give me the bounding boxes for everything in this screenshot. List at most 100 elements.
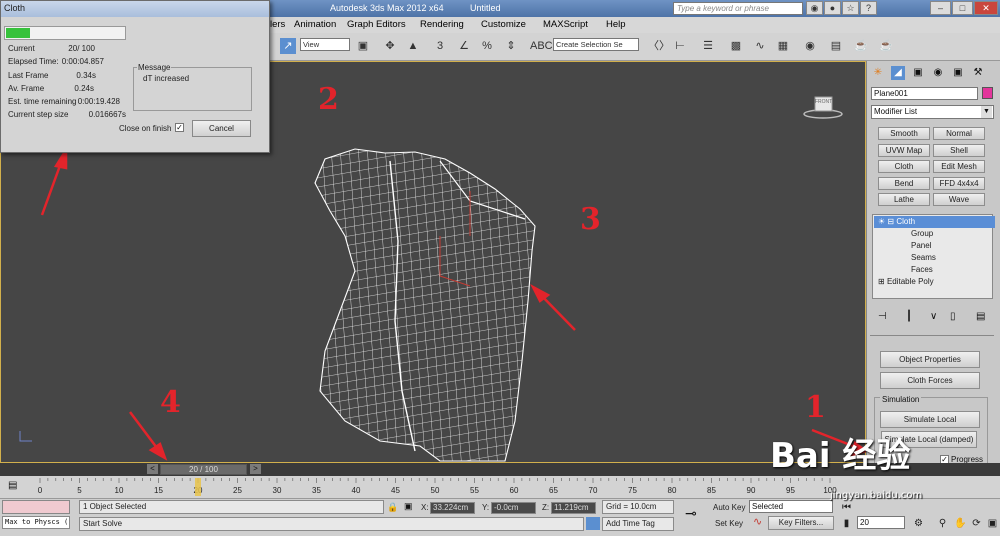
maximize-viewport-icon[interactable]: ▣ bbox=[986, 517, 999, 530]
stack-item-faces[interactable]: Faces bbox=[874, 264, 1000, 276]
absolute-mode-icon[interactable]: ▣ bbox=[404, 501, 413, 512]
pan-icon[interactable]: ✋ bbox=[954, 517, 967, 530]
ruler-tick-label: 55 bbox=[470, 486, 479, 495]
label-current: Current bbox=[8, 44, 35, 53]
object-color-swatch[interactable] bbox=[982, 87, 993, 99]
modifier-smooth-button[interactable]: Smooth bbox=[878, 127, 930, 140]
baidu-watermark: Bai 经验 bbox=[770, 436, 911, 476]
utilities-tab-icon[interactable]: ⚒ bbox=[971, 66, 985, 80]
ruler-tick-label: 50 bbox=[431, 486, 440, 495]
modifier-normal-button[interactable]: Normal bbox=[933, 127, 985, 140]
value-est-time-remaining: 0:00:19.428 bbox=[77, 97, 120, 106]
prompt-line: Start Solve bbox=[79, 517, 584, 531]
modifier-edit-mesh-button[interactable]: Edit Mesh bbox=[933, 160, 985, 173]
key-curve-icon: ∿ bbox=[753, 516, 763, 528]
modifier-wave-button[interactable]: Wave bbox=[933, 193, 985, 206]
label-last-frame: Last Frame bbox=[8, 71, 49, 80]
label-elapsed-time: Elapsed Time: bbox=[8, 57, 59, 66]
motion-tab-icon[interactable]: ◉ bbox=[931, 66, 945, 80]
message-title: Message bbox=[137, 63, 172, 72]
progress-fill bbox=[6, 28, 30, 38]
time-tag-icon[interactable] bbox=[586, 517, 600, 530]
go-to-start-icon[interactable]: ⏮ bbox=[840, 501, 853, 514]
time-config-icon[interactable]: ▮ bbox=[840, 517, 853, 530]
auto-key-button[interactable]: Auto Key bbox=[713, 503, 745, 512]
stack-item-editable-poly[interactable]: ⊞ Editable Poly bbox=[874, 276, 995, 288]
simulation-progress-bar bbox=[4, 26, 126, 40]
show-end-result-icon[interactable]: ┃ bbox=[906, 311, 912, 322]
rollout-divider bbox=[870, 335, 994, 336]
stack-item-group[interactable]: Group bbox=[874, 228, 1000, 240]
hierarchy-tab-icon[interactable]: ▣ bbox=[911, 66, 925, 80]
cloth-forces-button[interactable]: Cloth Forces bbox=[880, 372, 980, 389]
create-tab-icon[interactable]: ✳ bbox=[871, 66, 885, 80]
value-current-step-size: 0.016667s bbox=[88, 110, 126, 119]
set-key-button[interactable]: Set Key bbox=[715, 519, 743, 528]
modifier-bend-button[interactable]: Bend bbox=[878, 177, 930, 190]
stack-item-seams[interactable]: Seams bbox=[874, 252, 1000, 264]
ruler-tick-label: 5 bbox=[77, 486, 82, 495]
ruler-tick-label: 0 bbox=[38, 486, 43, 495]
modifier-list-label: Modifier List bbox=[874, 107, 918, 116]
ruler-tick-label: 85 bbox=[707, 486, 716, 495]
simulate-local-button[interactable]: Simulate Local bbox=[880, 411, 980, 428]
lock-icon[interactable]: 🔒 bbox=[387, 502, 398, 513]
z-coordinate-field[interactable]: 11.219cm bbox=[551, 502, 596, 514]
key-mode-select[interactable]: Selected bbox=[749, 500, 833, 513]
y-coordinate-field[interactable]: -0.0cm bbox=[491, 502, 536, 514]
time-configuration-icon[interactable]: ⚙ bbox=[912, 517, 925, 530]
chevron-down-icon: ▼ bbox=[981, 106, 992, 118]
label-est-time-remaining: Est. time remaining bbox=[8, 97, 77, 106]
x-coordinate-field[interactable]: 33.224cm bbox=[430, 502, 475, 514]
annotation-number-3: 3 bbox=[580, 202, 601, 237]
ruler-tick-label: 35 bbox=[312, 486, 321, 495]
modifier-uvw-map-button[interactable]: UVW Map bbox=[878, 144, 930, 157]
modifier-list-dropdown[interactable]: Modifier List ▼ bbox=[871, 105, 994, 119]
add-time-tag[interactable]: Add Time Tag bbox=[602, 517, 674, 531]
current-frame-field[interactable]: 20 bbox=[857, 516, 905, 529]
modifier-ffd-button[interactable]: FFD 4x4x4 bbox=[933, 177, 985, 190]
cancel-button[interactable]: Cancel bbox=[192, 120, 251, 137]
mini-curve-editor-icon[interactable]: ▤ bbox=[8, 480, 17, 491]
object-properties-button[interactable]: Object Properties bbox=[880, 351, 980, 368]
stack-item-panel[interactable]: Panel bbox=[874, 240, 1000, 252]
expand-icon[interactable]: ⊞ bbox=[878, 277, 885, 286]
maxscript-listener-input[interactable]: Max to Physcs ( bbox=[2, 516, 70, 529]
dialog-title: Cloth bbox=[4, 3, 26, 13]
key-filters-button[interactable]: Key Filters... bbox=[768, 516, 834, 530]
stack-item-cloth[interactable]: ☀ ⊟ Cloth bbox=[874, 216, 995, 228]
next-frame-icon[interactable]: > bbox=[250, 464, 261, 474]
value-av-frame: 0.24s bbox=[74, 84, 94, 93]
simulation-label: Simulation bbox=[880, 395, 922, 404]
remove-modifier-icon[interactable]: ▯ bbox=[950, 311, 956, 322]
grid-size: Grid = 10.0cm bbox=[602, 500, 674, 514]
configure-modifier-sets-icon[interactable]: ▤ bbox=[976, 311, 985, 322]
value-current: 20/ 100 bbox=[68, 44, 95, 53]
annotation-number-4: 4 bbox=[160, 385, 181, 420]
modifier-cloth-button[interactable]: Cloth bbox=[878, 160, 930, 173]
ruler-tick-label: 25 bbox=[233, 486, 242, 495]
previous-frame-icon[interactable]: < bbox=[147, 464, 158, 474]
lightbulb-icon[interactable]: ☀ bbox=[878, 217, 885, 226]
time-slider-knob[interactable]: 20 / 100 bbox=[160, 464, 247, 475]
maxscript-listener-pink[interactable] bbox=[2, 500, 70, 514]
orbit-icon[interactable]: ⟳ bbox=[970, 517, 983, 530]
ruler-tick-label: 30 bbox=[273, 486, 282, 495]
y-label: Y: bbox=[482, 503, 490, 512]
object-name-field[interactable]: Plane001 bbox=[871, 87, 978, 100]
make-unique-icon[interactable]: ∨ bbox=[930, 311, 937, 322]
message-text: dT increased bbox=[143, 74, 190, 83]
modifier-shell-button[interactable]: Shell bbox=[933, 144, 985, 157]
ruler-tick-label: 60 bbox=[510, 486, 519, 495]
close-on-finish-checkbox[interactable]: ✓ bbox=[175, 123, 184, 132]
modify-tab-icon[interactable]: ◢ bbox=[891, 66, 905, 80]
display-tab-icon[interactable]: ▣ bbox=[951, 66, 965, 80]
ruler-tick-label: 80 bbox=[668, 486, 677, 495]
ruler-tick-label: 90 bbox=[747, 486, 756, 495]
zoom-icon[interactable]: ⚲ bbox=[936, 517, 949, 530]
set-key-mode-icon[interactable]: ⊸ bbox=[685, 505, 697, 522]
frame-ruler: 0510152025303540455055606570758085909510… bbox=[38, 478, 837, 496]
collapse-icon[interactable]: ⊟ bbox=[887, 217, 894, 226]
pin-stack-icon[interactable]: ⊣ bbox=[878, 311, 887, 322]
modifier-lathe-button[interactable]: Lathe bbox=[878, 193, 930, 206]
